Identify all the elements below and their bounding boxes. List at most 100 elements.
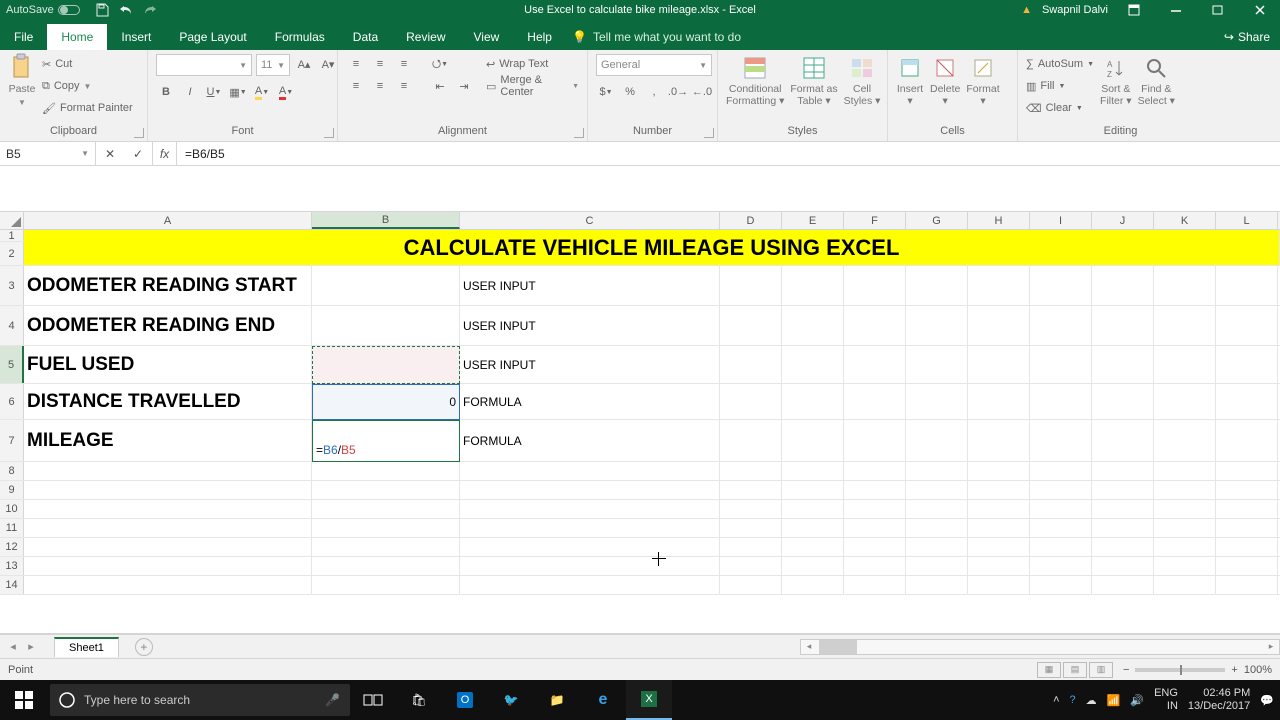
number-launcher-icon[interactable] — [704, 128, 714, 138]
tray-onedrive-icon[interactable]: ☁ — [1086, 694, 1097, 707]
scroll-left-icon[interactable]: ◂ — [801, 641, 817, 652]
cell-A6[interactable]: DISTANCE TRAVELLED — [24, 384, 312, 419]
col-G[interactable]: G — [906, 212, 968, 229]
number-format-select[interactable]: General▼ — [596, 54, 712, 76]
insert-cells-button[interactable]: Insert▾ — [896, 54, 924, 107]
font-name-select[interactable]: ▼ — [156, 54, 252, 76]
taskbar-excel-icon[interactable]: X — [626, 680, 672, 720]
taskbar-outlook-icon[interactable]: O — [442, 680, 488, 720]
col-B[interactable]: B — [312, 212, 460, 229]
col-C[interactable]: C — [460, 212, 720, 229]
align-top-icon[interactable]: ≡ — [346, 54, 366, 74]
fx-icon[interactable]: fx — [153, 142, 177, 165]
close-icon[interactable] — [1244, 0, 1276, 20]
cell-C5[interactable]: USER INPUT — [460, 346, 720, 383]
tab-home[interactable]: Home — [47, 24, 107, 50]
tell-me-search[interactable]: 💡 Tell me what you want to do — [572, 30, 741, 50]
align-center-icon[interactable]: ≡ — [370, 76, 390, 96]
tab-file[interactable]: File — [0, 24, 47, 50]
minimize-icon[interactable] — [1160, 0, 1192, 20]
maximize-icon[interactable] — [1202, 0, 1234, 20]
cell-B5[interactable] — [312, 346, 460, 383]
cell-C6[interactable]: FORMULA — [460, 384, 720, 419]
scroll-right-icon[interactable]: ▸ — [1263, 641, 1279, 652]
italic-button[interactable]: I — [180, 82, 200, 102]
comma-format-icon[interactable]: , — [644, 82, 664, 102]
border-button[interactable]: ▦▼ — [228, 82, 248, 102]
tray-chevron-icon[interactable]: ˄ — [1053, 694, 1059, 706]
font-launcher-icon[interactable] — [324, 128, 334, 138]
sort-filter-button[interactable]: AZSort &Filter ▾ — [1100, 54, 1132, 107]
redo-icon[interactable] — [142, 2, 158, 18]
clear-button[interactable]: ⌫Clear▼ — [1026, 98, 1094, 118]
col-J[interactable]: J — [1092, 212, 1154, 229]
tab-view[interactable]: View — [460, 24, 514, 50]
col-F[interactable]: F — [844, 212, 906, 229]
grow-font-icon[interactable]: A▴ — [294, 54, 314, 74]
autosum-button[interactable]: ∑AutoSum▼ — [1026, 54, 1094, 74]
zoom-out-icon[interactable]: − — [1123, 664, 1129, 676]
cell-B6[interactable]: 0 — [312, 384, 460, 419]
find-select-button[interactable]: Find &Select ▾ — [1138, 54, 1175, 107]
inc-decimal-icon[interactable]: .0→ — [668, 82, 688, 102]
save-icon[interactable] — [94, 2, 110, 18]
wrap-text-button[interactable]: ↩Wrap Text — [486, 54, 579, 74]
col-H[interactable]: H — [968, 212, 1030, 229]
copy-button[interactable]: ⧉Copy▼ — [42, 76, 133, 96]
font-size-select[interactable]: 11▼ — [256, 54, 290, 76]
tray-network-icon[interactable]: 📶 — [1107, 694, 1121, 707]
cell-C4[interactable]: USER INPUT — [460, 306, 720, 345]
zoom-slider[interactable] — [1135, 668, 1225, 672]
taskbar-store-icon[interactable]: 🛍 — [396, 680, 442, 720]
cell-editor-B7[interactable]: =B6/B5 — [312, 420, 460, 462]
account-name[interactable]: Swapnil Dalvi — [1042, 4, 1108, 16]
cell-C7[interactable]: FORMULA — [460, 420, 720, 461]
format-as-table-button[interactable]: Format asTable ▾ — [790, 54, 837, 107]
underline-button[interactable]: U▼ — [204, 82, 224, 102]
tray-help-icon[interactable]: ? — [1070, 694, 1076, 706]
col-D[interactable]: D — [720, 212, 782, 229]
align-bottom-icon[interactable]: ≡ — [394, 54, 414, 74]
clipboard-launcher-icon[interactable] — [134, 128, 144, 138]
sheet-tab-active[interactable]: Sheet1 — [54, 637, 119, 657]
ribbon-display-icon[interactable] — [1118, 0, 1150, 20]
view-page-break-icon[interactable]: ▥ — [1089, 662, 1113, 678]
cancel-formula-icon[interactable]: ✕ — [96, 147, 124, 161]
horizontal-scrollbar[interactable]: ◂▸ — [800, 639, 1280, 655]
fill-color-button[interactable]: A▼ — [252, 82, 272, 102]
worksheet-grid[interactable]: A B C D E F G H I J K L 1CALCULATE VEHIC… — [0, 212, 1280, 634]
cell-B3[interactable] — [312, 266, 460, 305]
tray-volume-icon[interactable]: 🔊 — [1130, 694, 1144, 707]
scroll-thumb[interactable] — [819, 640, 857, 654]
tab-formulas[interactable]: Formulas — [261, 24, 339, 50]
tab-page-layout[interactable]: Page Layout — [165, 24, 260, 50]
col-I[interactable]: I — [1030, 212, 1092, 229]
chevron-right-icon[interactable]: ▸ — [28, 640, 34, 653]
undo-icon[interactable] — [118, 2, 134, 18]
align-middle-icon[interactable]: ≡ — [370, 54, 390, 74]
cell-B4[interactable] — [312, 306, 460, 345]
start-button[interactable] — [0, 680, 48, 720]
view-page-layout-icon[interactable]: ▤ — [1063, 662, 1087, 678]
tray-clock[interactable]: 02:46 PM13/Dec/2017 — [1188, 687, 1250, 712]
dec-decimal-icon[interactable]: ←.0 — [692, 82, 712, 102]
accounting-format-icon[interactable]: $▼ — [596, 82, 616, 102]
align-right-icon[interactable]: ≡ — [394, 76, 414, 96]
col-K[interactable]: K — [1154, 212, 1216, 229]
orientation-icon[interactable]: ⭯▼ — [430, 54, 450, 74]
formula-input[interactable]: =B6/B5 — [177, 142, 1280, 165]
format-painter-button[interactable]: 🖌Format Painter — [42, 98, 133, 118]
cell-styles-button[interactable]: CellStyles ▾ — [844, 54, 881, 107]
fill-button[interactable]: ▥Fill▼ — [1026, 76, 1094, 96]
zoom-in-icon[interactable]: + — [1231, 664, 1237, 676]
taskbar-search[interactable]: Type here to search 🎤 — [50, 684, 350, 716]
shrink-font-icon[interactable]: A▾ — [318, 54, 338, 74]
select-all-corner[interactable] — [0, 212, 24, 229]
view-normal-icon[interactable]: ▦ — [1037, 662, 1061, 678]
task-view-icon[interactable] — [350, 680, 396, 720]
font-color-button[interactable]: A▼ — [276, 82, 296, 102]
sheet-nav[interactable]: ◂▸ — [0, 640, 44, 653]
cell-A7[interactable]: MILEAGE — [24, 420, 312, 461]
mic-icon[interactable]: 🎤 — [325, 693, 340, 707]
enter-formula-icon[interactable]: ✓ — [124, 147, 152, 161]
